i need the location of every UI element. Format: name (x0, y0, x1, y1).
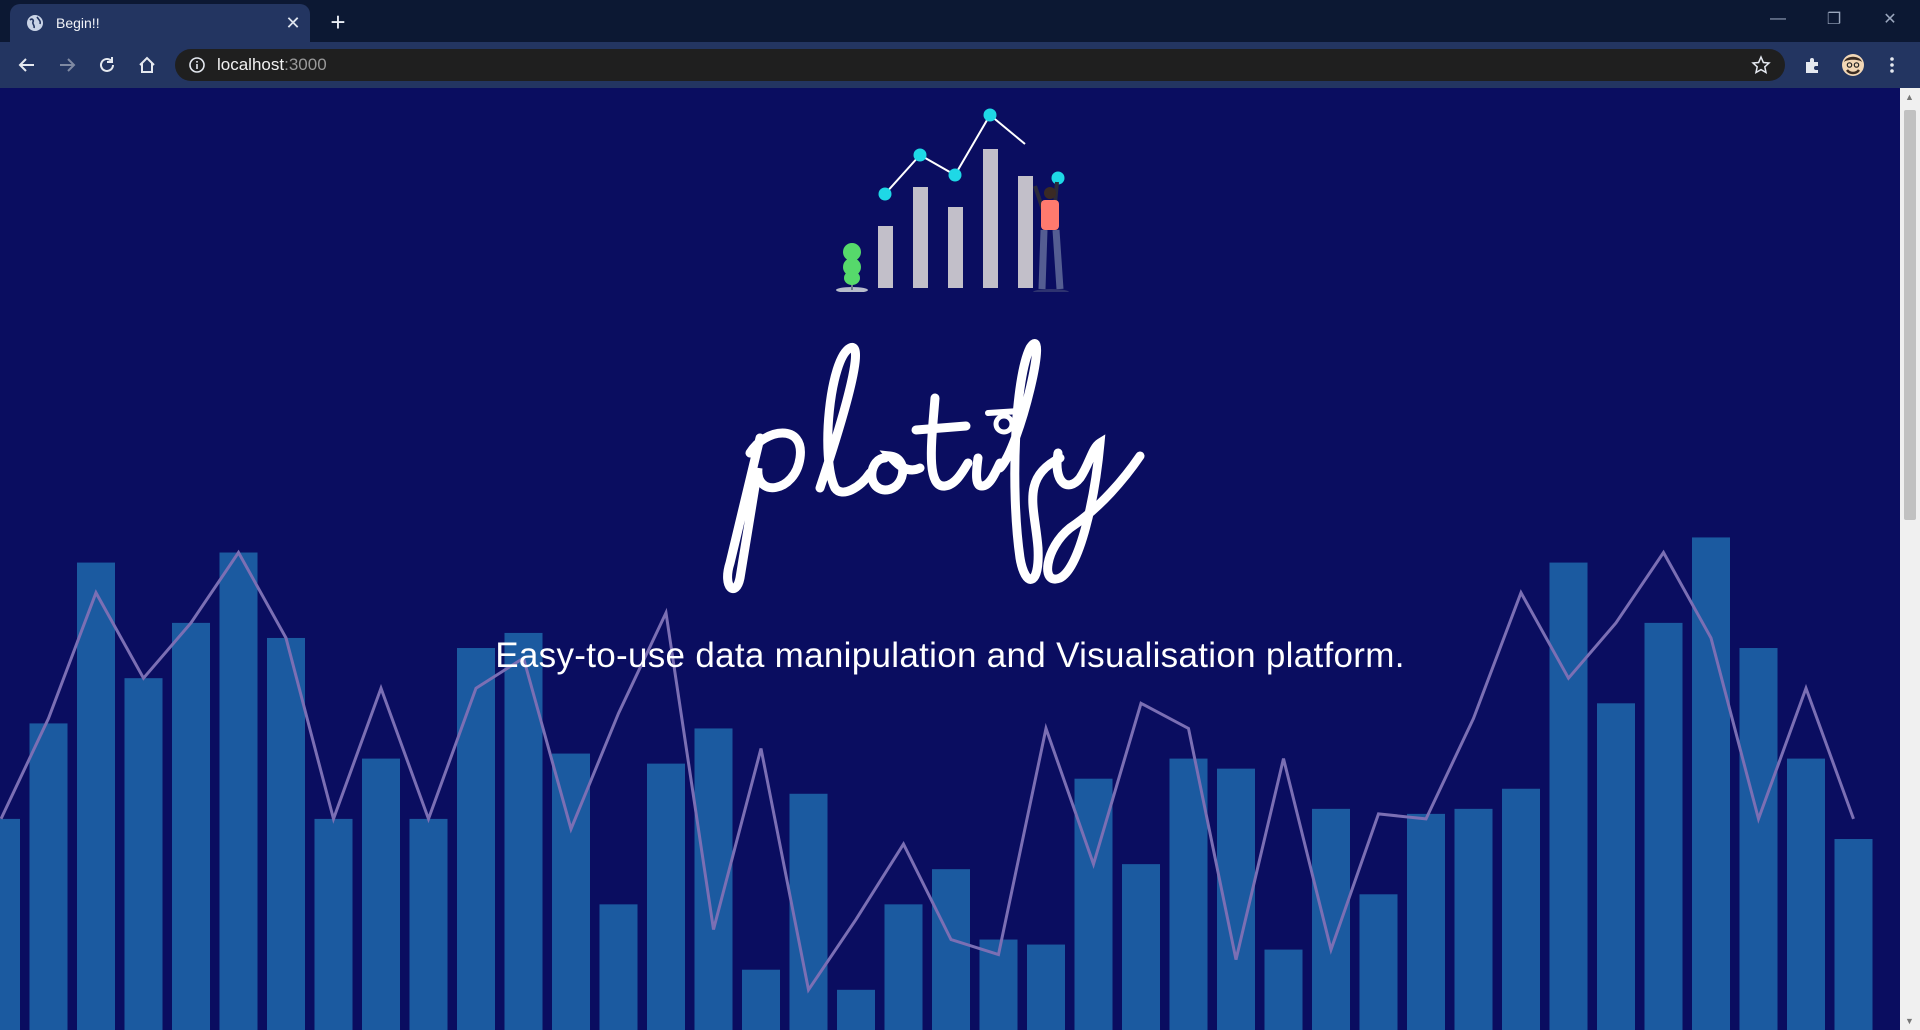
bg-bar (409, 818, 448, 1030)
url-port: :3000 (284, 55, 327, 74)
bg-bar (314, 818, 353, 1030)
bg-bar (1787, 758, 1825, 1030)
bg-bar (172, 622, 210, 1030)
page-content: plotify Easy-to-use data manipulation an… (0, 88, 1920, 1030)
reload-icon[interactable] (92, 50, 122, 80)
bg-bar (267, 637, 305, 1030)
brand-logo: plotify (720, 338, 1145, 594)
bg-bar (742, 969, 780, 1030)
bg-bar (884, 904, 923, 1030)
close-icon[interactable]: ✕ (276, 13, 310, 34)
bg-bar (124, 678, 163, 1030)
bg-bar (504, 632, 543, 1030)
extensions-icon[interactable] (1797, 50, 1827, 80)
brand-text: plotify (720, 338, 723, 339)
bg-bar (1549, 562, 1588, 1030)
bg-bar (1597, 703, 1635, 1030)
globe-icon (27, 15, 43, 31)
scroll-up-icon[interactable]: ▲ (1905, 92, 1914, 102)
url-host: localhost (217, 55, 285, 74)
bg-bar (29, 723, 68, 1030)
bg-bar (0, 818, 20, 1030)
scroll-thumb[interactable] (1904, 110, 1916, 520)
menu-icon[interactable] (1877, 50, 1907, 80)
bg-bar (1454, 808, 1493, 1030)
restore-icon[interactable]: ❐ (1806, 0, 1862, 38)
bg-bar (789, 793, 828, 1030)
browser-titlebar: Begin!! ✕ + — ❐ ✕ (0, 0, 1920, 42)
bg-bar (219, 552, 258, 1030)
star-icon[interactable] (1751, 55, 1771, 75)
vertical-scrollbar[interactable]: ▲ ▼ (1900, 88, 1920, 1030)
home-icon[interactable] (132, 50, 162, 80)
plus-icon[interactable]: + (322, 6, 354, 38)
bg-bar (1027, 944, 1065, 1030)
bg-bar (457, 648, 495, 1030)
bg-bar (932, 869, 970, 1030)
profile-avatar[interactable] (1838, 50, 1868, 80)
bg-bar (1407, 813, 1445, 1030)
bg-bar (1502, 788, 1540, 1030)
scroll-down-icon[interactable]: ▼ (1905, 1016, 1914, 1026)
bg-bar (837, 989, 875, 1030)
back-icon[interactable] (12, 50, 42, 80)
minimize-icon[interactable]: — (1750, 0, 1806, 38)
bg-bar (77, 562, 115, 1030)
bg-bar (1834, 839, 1873, 1030)
bg-bar (1359, 894, 1398, 1030)
bg-bar (1264, 949, 1303, 1030)
address-bar[interactable]: localhost:3000 (175, 49, 1785, 81)
bg-bar (362, 758, 400, 1030)
bg-bar (599, 904, 638, 1030)
chart-illustration (836, 108, 1069, 292)
close-window-icon[interactable]: ✕ (1862, 0, 1918, 38)
tagline: Easy-to-use data manipulation and Visual… (495, 636, 1405, 675)
browser-tab[interactable]: Begin!! ✕ (10, 4, 310, 42)
forward-icon[interactable] (52, 50, 82, 80)
bg-bar (1644, 622, 1683, 1030)
bg-bar (647, 763, 685, 1030)
tab-title: Begin!! (56, 15, 100, 31)
bg-bar (1122, 864, 1160, 1030)
url-text[interactable]: localhost:3000 (217, 49, 327, 81)
bg-bar (1312, 808, 1350, 1030)
info-icon[interactable] (189, 57, 205, 73)
bg-bar (1739, 648, 1778, 1030)
